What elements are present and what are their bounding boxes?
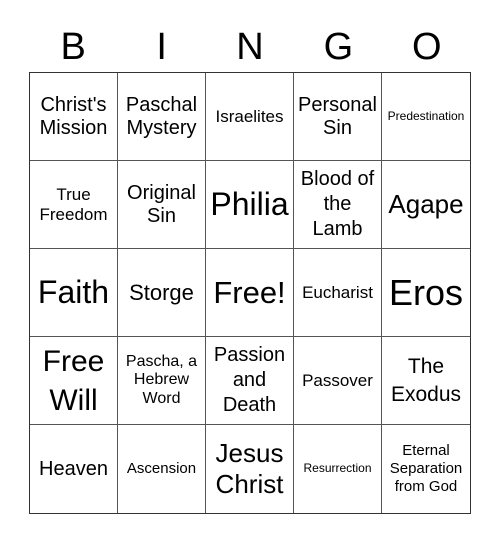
bingo-cell[interactable]: Personal Sin [294, 73, 382, 161]
bingo-cell[interactable]: Agape [382, 161, 470, 249]
bingo-cell[interactable]: Free Will [30, 337, 118, 425]
header-letter-n: N [236, 26, 264, 68]
cell-text: The Exodus [390, 355, 462, 406]
bingo-cell[interactable]: Jesus Christ [206, 425, 294, 513]
bingo-cell[interactable]: Blood of the Lamb [294, 161, 382, 249]
cell-text: Free Will [42, 344, 105, 417]
bingo-cell[interactable]: Predestination [382, 73, 470, 161]
bingo-cell[interactable]: Christ's Mission [30, 73, 118, 161]
bingo-header: B I N G O [29, 22, 471, 72]
bingo-cell[interactable]: Faith [30, 249, 118, 337]
bingo-grid: Christ's Mission Paschal Mystery Israeli… [29, 72, 471, 514]
bingo-cell[interactable]: Eternal Separation from God [382, 425, 470, 513]
bingo-cell[interactable]: The Exodus [382, 337, 470, 425]
bingo-cell[interactable]: Eros [382, 249, 470, 337]
cell-text: Blood of the Lamb [300, 168, 375, 240]
bingo-cell[interactable]: Passion and Death [206, 337, 294, 425]
bingo-cell[interactable]: Israelites [206, 73, 294, 161]
bingo-cell-free[interactable]: Free! [206, 249, 294, 337]
cell-text: Personal Sin [298, 93, 377, 139]
cell-text: Passover [302, 370, 373, 390]
header-letter-o: O [412, 26, 442, 68]
header-letter-g: G [323, 26, 354, 68]
header-letter-i: I [156, 26, 167, 68]
cell-text: Faith [37, 274, 110, 311]
cell-text: Original Sin [127, 181, 196, 227]
cell-text: Heaven [39, 457, 108, 480]
bingo-cell[interactable]: Resurrection [294, 425, 382, 513]
bingo-cell[interactable]: Storge [118, 249, 206, 337]
bingo-cell[interactable]: Paschal Mystery [118, 73, 206, 161]
bingo-cell[interactable]: Pascha, a Hebrew Word [118, 337, 206, 425]
bingo-cell[interactable]: Passover [294, 337, 382, 425]
cell-text: Resurrection [303, 461, 372, 476]
cell-text: Ascension [126, 460, 197, 478]
bingo-cell[interactable]: Heaven [30, 425, 118, 513]
bingo-cell[interactable]: True Freedom [30, 161, 118, 249]
cell-text: Agape [388, 188, 464, 219]
cell-text: Eros [388, 271, 464, 313]
bingo-cell[interactable]: Eucharist [294, 249, 382, 337]
cell-text: Eternal Separation from God [389, 441, 463, 496]
cell-text: Israelites [215, 106, 284, 126]
cell-text: Jesus Christ [215, 437, 284, 499]
cell-text: Passion and Death [213, 344, 286, 416]
cell-text: Predestination [387, 108, 465, 123]
bingo-cell[interactable]: Philia [206, 161, 294, 249]
cell-text: True Freedom [39, 184, 108, 224]
header-letter-b: B [60, 26, 86, 68]
cell-text: Free! [213, 274, 286, 310]
cell-text: Storge [129, 279, 194, 305]
bingo-cell[interactable]: Ascension [118, 425, 206, 513]
bingo-cell[interactable]: Original Sin [118, 161, 206, 249]
cell-text: Paschal Mystery [125, 93, 198, 139]
cell-text: Eucharist [302, 282, 373, 302]
cell-text: Christ's Mission [39, 93, 108, 139]
cell-text: Pascha, a Hebrew Word [125, 352, 198, 407]
cell-text: Philia [210, 186, 289, 223]
